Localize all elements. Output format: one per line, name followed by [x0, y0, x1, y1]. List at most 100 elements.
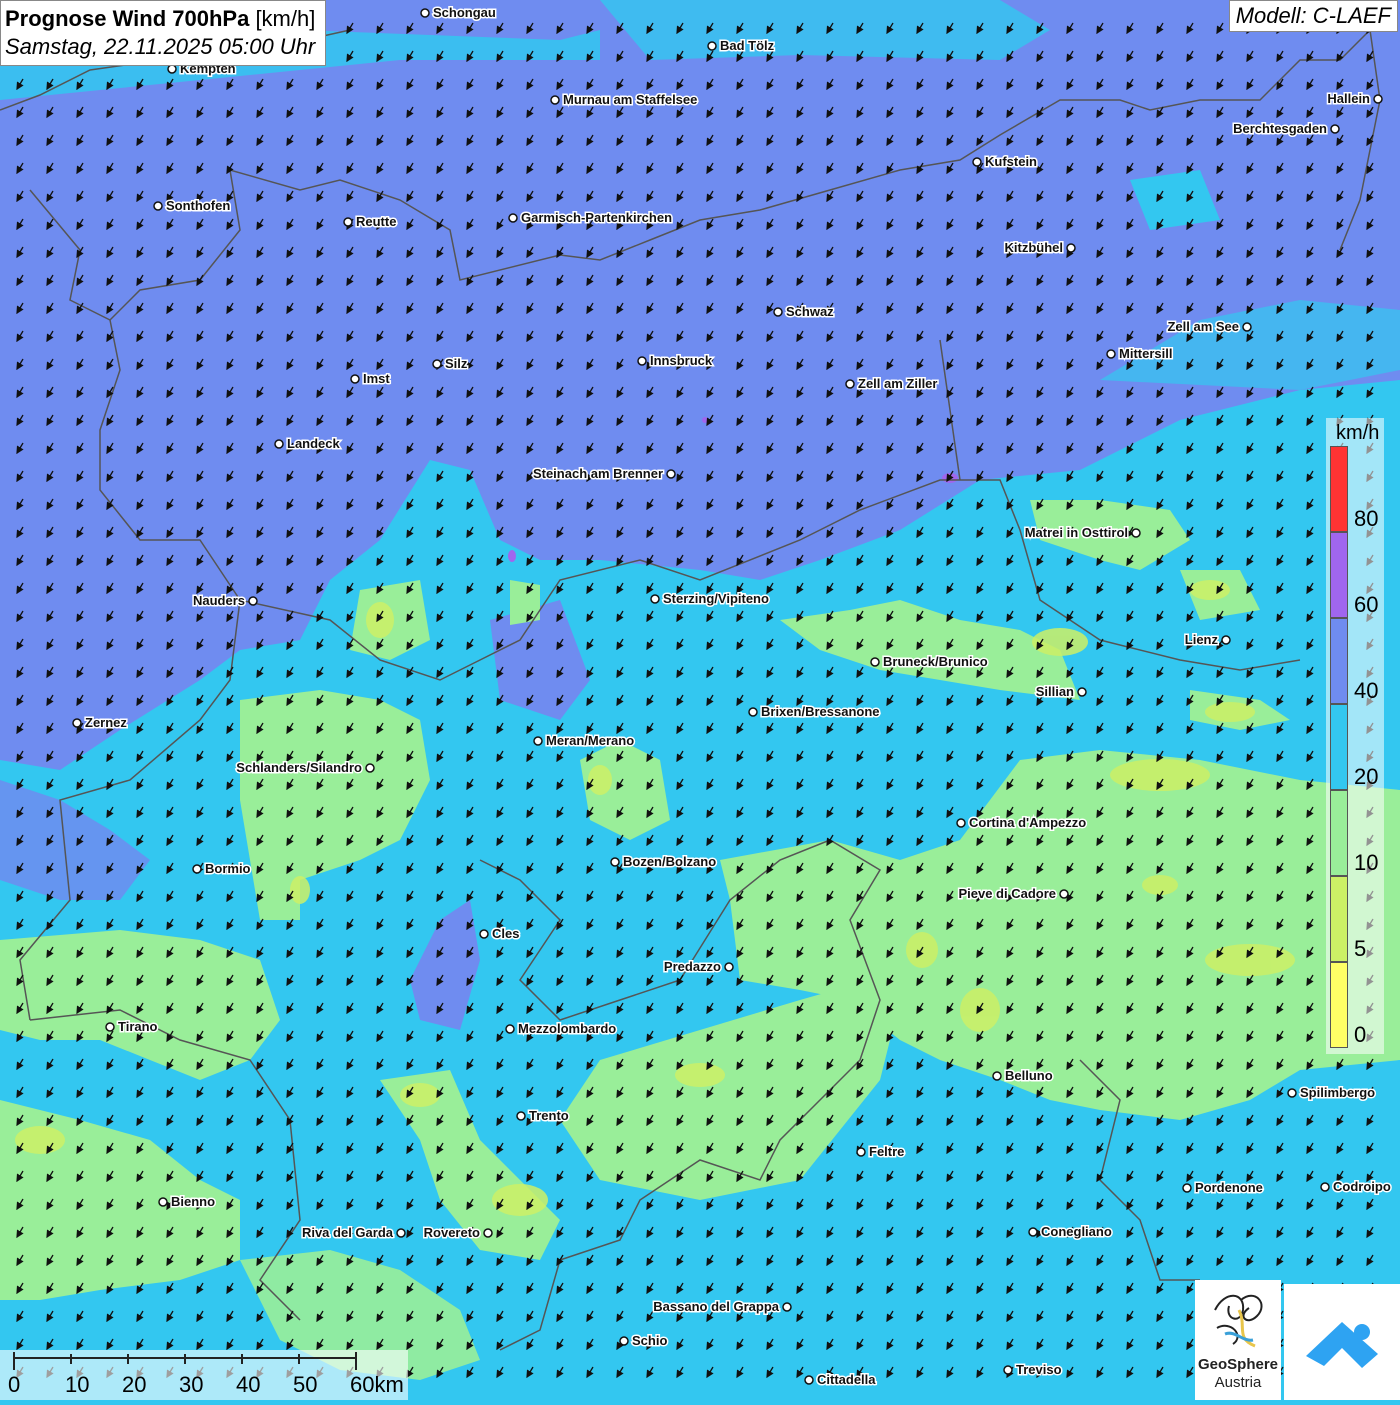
city-label: Murnau am Staffelsee: [563, 92, 697, 107]
city-label: Trento: [529, 1108, 569, 1123]
city-dot: [420, 8, 430, 18]
city-marker: Conegliano: [1028, 1223, 1113, 1241]
legend-color-segment: [1330, 618, 1348, 704]
legend-label: 40: [1354, 678, 1379, 703]
city-marker: Zell am See: [1166, 318, 1252, 336]
city-marker: Steinach am Brenner: [531, 465, 676, 483]
city-label: Feltre: [869, 1144, 904, 1159]
city-label: Lienz: [1185, 632, 1219, 647]
legend-color-segment: [1330, 790, 1348, 876]
city-dot: [516, 1111, 526, 1121]
city-label: Bozen/Bolzano: [623, 854, 716, 869]
wind-map: SchongauBad TölzKemptenMurnau am Staffel…: [0, 0, 1400, 1400]
city-label: Spilimbergo: [1300, 1085, 1375, 1100]
scale-bar: 0 10 20 30 40 50 60km: [0, 1350, 408, 1400]
city-label: Bormio: [205, 861, 251, 876]
city-dot: [158, 1197, 168, 1207]
city-dot: [856, 1147, 866, 1157]
city-label: Meran/Merano: [546, 733, 634, 748]
city-marker: Garmisch-Partenkirchen: [508, 209, 674, 227]
city-dot: [105, 1022, 115, 1032]
city-dot: [972, 157, 982, 167]
legend-label: 5: [1354, 936, 1367, 961]
city-dot: [343, 217, 353, 227]
city-label: Sillian: [1036, 684, 1074, 699]
city-label: Mezzolombardo: [518, 1021, 616, 1036]
city-dot: [1028, 1227, 1038, 1237]
city-label: Bruneck/Brunico: [883, 654, 988, 669]
city-dot: [992, 1071, 1002, 1081]
city-dot: [773, 307, 783, 317]
city-dot: [533, 736, 543, 746]
city-marker: Murnau am Staffelsee: [550, 91, 699, 109]
city-label: Schio: [632, 1333, 667, 1348]
city-label: Mittersill: [1119, 346, 1172, 361]
scale-label: 30: [179, 1372, 204, 1397]
geosphere-logo-subtext: Austria: [1214, 1374, 1262, 1391]
city-dot: [1221, 635, 1231, 645]
scale-label: 20: [122, 1372, 147, 1397]
city-dot: [274, 439, 284, 449]
city-dot: [167, 64, 177, 74]
city-label: Pieve di Cadore: [958, 886, 1056, 901]
city-label: Zernez: [85, 715, 127, 730]
city-dot: [610, 857, 620, 867]
city-marker: Pordenone: [1182, 1179, 1264, 1197]
scale-bar-line: [13, 1352, 357, 1370]
city-label: Zell am Ziller: [858, 376, 937, 391]
city-label: Kitzbühel: [1005, 240, 1064, 255]
legend-color-segment: [1330, 962, 1348, 1048]
city-dot: [1003, 1365, 1013, 1375]
city-label: Schwaz: [786, 304, 834, 319]
city-label: Cortina d'Ampezzo: [969, 815, 1086, 830]
city-dot: [1320, 1182, 1330, 1192]
city-dot: [432, 359, 442, 369]
city-label: Bad Tölz: [720, 38, 775, 53]
city-marker: Bruneck/Brunico: [870, 653, 989, 671]
city-dot: [1131, 528, 1141, 538]
city-dot: [845, 379, 855, 389]
city-dot: [956, 818, 966, 828]
map-title-box: Prognose Wind 700hPa [km/h] Samstag, 22.…: [0, 0, 327, 66]
city-label: Schlanders/Silandro: [236, 760, 362, 775]
city-marker: Spilimbergo: [1287, 1084, 1377, 1102]
scale-label: 50: [293, 1372, 318, 1397]
city-marker: Riva del Garda: [300, 1224, 406, 1242]
city-dot: [1373, 94, 1383, 104]
city-dot: [1182, 1183, 1192, 1193]
wind-zone-10-20: [510, 580, 540, 625]
legend-label: 10: [1354, 850, 1379, 875]
city-label: Zell am See: [1167, 319, 1239, 334]
city-dot: [1066, 243, 1076, 253]
model-label: Modell: C-LAEF: [1228, 0, 1398, 32]
city-dot: [1077, 687, 1087, 697]
city-label: Cles: [492, 926, 519, 941]
scale-label: 0: [8, 1372, 21, 1397]
city-label: Belluno: [1005, 1068, 1053, 1083]
color-legend: km/h 80 60 40 20 10 5 0: [1326, 418, 1384, 1054]
city-marker: Sonthofen: [153, 197, 232, 215]
city-marker: Cortina d'Ampezzo: [956, 814, 1088, 832]
city-dot: [619, 1336, 629, 1346]
city-label: Nauders: [193, 593, 245, 608]
city-marker: Schlanders/Silandro: [235, 759, 375, 777]
forecast-datetime: Samstag, 22.11.2025 05:00 Uhr: [5, 34, 316, 59]
city-dot: [782, 1302, 792, 1312]
city-dot: [350, 374, 360, 384]
city-dot: [1242, 322, 1252, 332]
city-marker: Sterzing/Vipiteno: [650, 590, 770, 608]
city-dot: [666, 469, 676, 479]
city-label: Kufstein: [985, 154, 1037, 169]
city-label: Rovereto: [424, 1225, 480, 1240]
city-dot: [804, 1375, 814, 1385]
geosphere-logo-text: GeoSphere: [1197, 1356, 1279, 1373]
city-dot: [508, 213, 518, 223]
city-dot: [1059, 889, 1069, 899]
city-dot: [724, 962, 734, 972]
city-label: Garmisch-Partenkirchen: [521, 210, 672, 225]
city-label: Matrei in Osttirol: [1025, 525, 1128, 540]
city-label: Reutte: [356, 214, 396, 229]
legend-label: 20: [1354, 764, 1379, 789]
city-label: Predazzo: [664, 959, 721, 974]
city-marker: Berchtesgaden: [1232, 120, 1340, 138]
